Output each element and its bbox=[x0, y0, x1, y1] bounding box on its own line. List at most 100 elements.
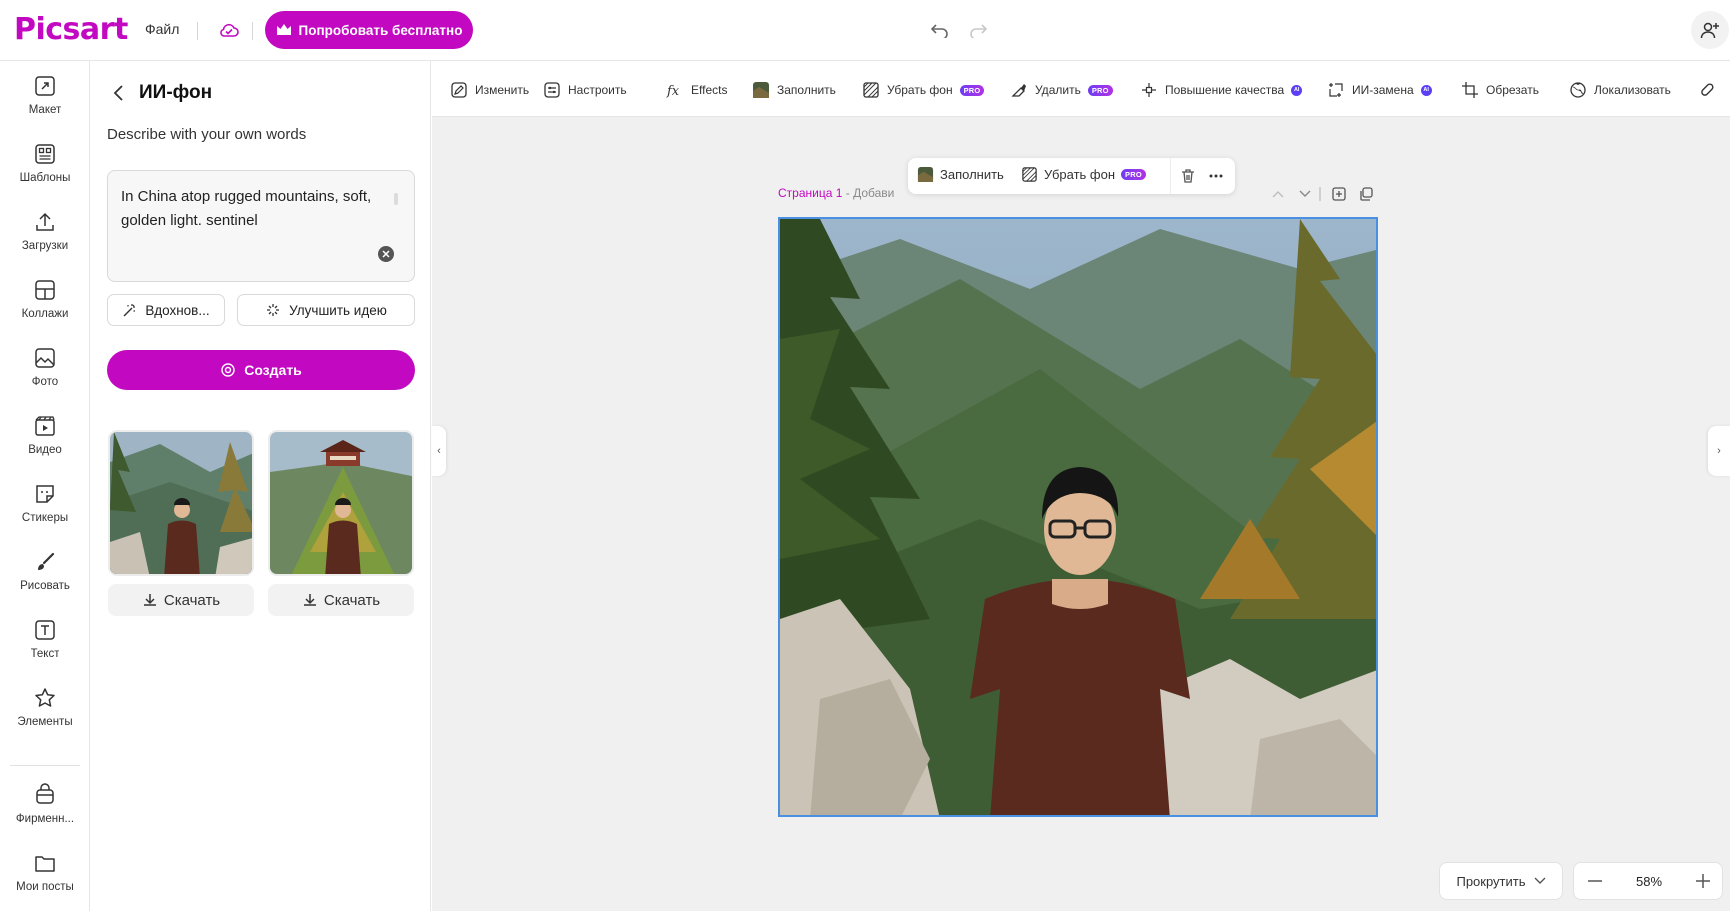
tool-ai-replace[interactable]: ИИ-замена AI bbox=[1327, 79, 1432, 101]
design-canvas[interactable] bbox=[778, 217, 1378, 817]
add-page-button[interactable] bbox=[1330, 185, 1348, 203]
float-remove-bg-button[interactable]: Убрать фон PRO bbox=[1021, 166, 1146, 183]
inspire-label: Вдохнов... bbox=[145, 302, 210, 318]
nav-label: Элементы bbox=[17, 716, 73, 728]
nav-label: Коллажи bbox=[21, 308, 69, 320]
clear-prompt-button[interactable] bbox=[378, 246, 394, 262]
tool-label: ИИ-замена bbox=[1352, 83, 1414, 97]
remove-bg-icon bbox=[863, 82, 879, 98]
sparkle-icon bbox=[267, 304, 280, 316]
brush-icon bbox=[38, 552, 55, 570]
create-button[interactable]: Создать bbox=[107, 350, 415, 390]
nav-label: Текст bbox=[30, 648, 60, 660]
fill-icon bbox=[917, 166, 934, 183]
result-card: Скачать bbox=[268, 430, 414, 616]
picsart-logo[interactable]: Picsart bbox=[14, 12, 128, 47]
duplicate-page-button[interactable] bbox=[1357, 185, 1375, 203]
video-icon bbox=[35, 416, 55, 436]
nav-label: Фирменн... bbox=[15, 813, 75, 825]
more-options-button[interactable] bbox=[1206, 166, 1226, 186]
photo-icon bbox=[35, 348, 55, 368]
globe-icon bbox=[1570, 82, 1586, 98]
upload-icon bbox=[36, 212, 54, 231]
improve-idea-label: Улучшить идею bbox=[289, 302, 387, 318]
result-thumbnail[interactable] bbox=[108, 430, 254, 576]
nav-item-draw[interactable]: Рисовать bbox=[0, 550, 90, 610]
page-down-button[interactable] bbox=[1296, 185, 1314, 203]
prompt-text[interactable]: In China atop rugged mountains, soft, go… bbox=[121, 185, 381, 233]
inspire-button[interactable]: Вдохнов... bbox=[107, 294, 225, 326]
fx-icon: fx bbox=[666, 84, 680, 99]
nav-item-text[interactable]: Текст bbox=[0, 618, 90, 678]
header-divider bbox=[252, 22, 253, 40]
prompt-textarea[interactable]: In China atop rugged mountains, soft, go… bbox=[107, 170, 415, 282]
zoom-control: 58% bbox=[1573, 862, 1723, 900]
nav-item-elements[interactable]: Элементы bbox=[0, 686, 90, 746]
plus-icon bbox=[1696, 874, 1710, 888]
invite-user-button[interactable] bbox=[1691, 11, 1729, 49]
undo-button[interactable] bbox=[926, 17, 954, 43]
textarea-scrollbar[interactable] bbox=[394, 193, 398, 205]
float-fill-button[interactable]: Заполнить bbox=[917, 166, 1004, 183]
tool-localize[interactable]: Локализовать bbox=[1569, 79, 1671, 101]
chevron-down-icon bbox=[1534, 877, 1546, 884]
nav-label: Видео bbox=[28, 444, 62, 456]
nav-item-stickers[interactable]: Стикеры bbox=[0, 482, 90, 542]
tool-crop[interactable]: Обрезать bbox=[1461, 79, 1539, 101]
ai-badge: AI bbox=[1291, 84, 1303, 96]
tool-adjust[interactable]: Настроить bbox=[543, 79, 627, 101]
tool-effects[interactable]: fx Effects bbox=[666, 79, 727, 101]
result-image bbox=[270, 432, 412, 574]
delete-button[interactable] bbox=[1178, 166, 1198, 186]
left-navigation: Макет Шаблоны Загрузки Коллажи Фото Виде… bbox=[0, 61, 90, 911]
expand-right-panel-button[interactable]: › bbox=[1708, 426, 1730, 476]
page-up-button[interactable] bbox=[1269, 185, 1287, 203]
download-button[interactable]: Скачать bbox=[268, 584, 414, 616]
zoom-out-button[interactable] bbox=[1584, 870, 1606, 892]
nav-label: Мои посты bbox=[16, 881, 74, 893]
cloud-sync-icon[interactable] bbox=[218, 20, 240, 40]
file-menu[interactable]: Файл bbox=[145, 21, 179, 37]
try-free-label: Попробовать бесплатно bbox=[298, 22, 463, 38]
page-name[interactable]: Страница 1 bbox=[778, 186, 842, 200]
tool-enhance[interactable]: Повышение качества AI bbox=[1140, 79, 1303, 101]
nav-item-brand-kit[interactable]: Фирменн... bbox=[0, 783, 90, 843]
nav-item-uploads[interactable]: Загрузки bbox=[0, 210, 90, 270]
nav-item-layout[interactable]: Макет bbox=[0, 74, 90, 134]
download-label: Скачать bbox=[163, 591, 221, 609]
page-add-title[interactable]: - Добави bbox=[842, 186, 895, 200]
canvas-image bbox=[780, 219, 1376, 815]
tool-label: Заполнить bbox=[777, 83, 836, 97]
magic-wand-icon bbox=[123, 303, 136, 316]
tool-remove-object[interactable]: Удалить PRO bbox=[1010, 79, 1113, 101]
tool-fill[interactable]: Заполнить bbox=[752, 79, 836, 101]
try-free-button[interactable]: Попробовать бесплатно bbox=[265, 11, 473, 49]
sticker-icon bbox=[36, 485, 54, 503]
zoom-level[interactable]: 58% bbox=[1622, 874, 1676, 889]
tool-remove-background[interactable]: Убрать фон PRO bbox=[862, 79, 985, 101]
tool-more[interactable] bbox=[1698, 79, 1716, 101]
collapse-panel-button[interactable]: ‹ bbox=[432, 426, 446, 476]
nav-item-photo[interactable]: Фото bbox=[0, 346, 90, 406]
nav-item-video[interactable]: Видео bbox=[0, 414, 90, 474]
back-button[interactable] bbox=[109, 83, 129, 103]
download-icon bbox=[143, 594, 156, 606]
zoom-in-button[interactable] bbox=[1692, 870, 1714, 892]
result-image bbox=[110, 432, 252, 574]
panel-subtitle: Describe with your own words bbox=[107, 126, 307, 143]
improve-idea-button[interactable]: Улучшить идею bbox=[237, 294, 415, 326]
scroll-mode-select[interactable]: Прокрутить bbox=[1439, 862, 1563, 900]
tool-label: Обрезать bbox=[1486, 83, 1539, 97]
tool-edit[interactable]: Изменить bbox=[450, 79, 529, 101]
result-thumbnail[interactable] bbox=[268, 430, 414, 576]
editing-toolbar: Изменить Настроить fx Effects Заполнить … bbox=[432, 61, 1730, 117]
nav-item-templates[interactable]: Шаблоны bbox=[0, 142, 90, 202]
tool-label: Локализовать bbox=[1594, 83, 1671, 97]
page-controls-divider bbox=[1319, 187, 1321, 201]
star-icon bbox=[35, 688, 55, 707]
redo-button[interactable] bbox=[964, 17, 992, 43]
download-button[interactable]: Скачать bbox=[108, 584, 254, 616]
scroll-mode-label: Прокрутить bbox=[1456, 873, 1526, 889]
nav-item-my-posts[interactable]: Мои посты bbox=[0, 851, 90, 911]
nav-item-collages[interactable]: Коллажи bbox=[0, 278, 90, 338]
